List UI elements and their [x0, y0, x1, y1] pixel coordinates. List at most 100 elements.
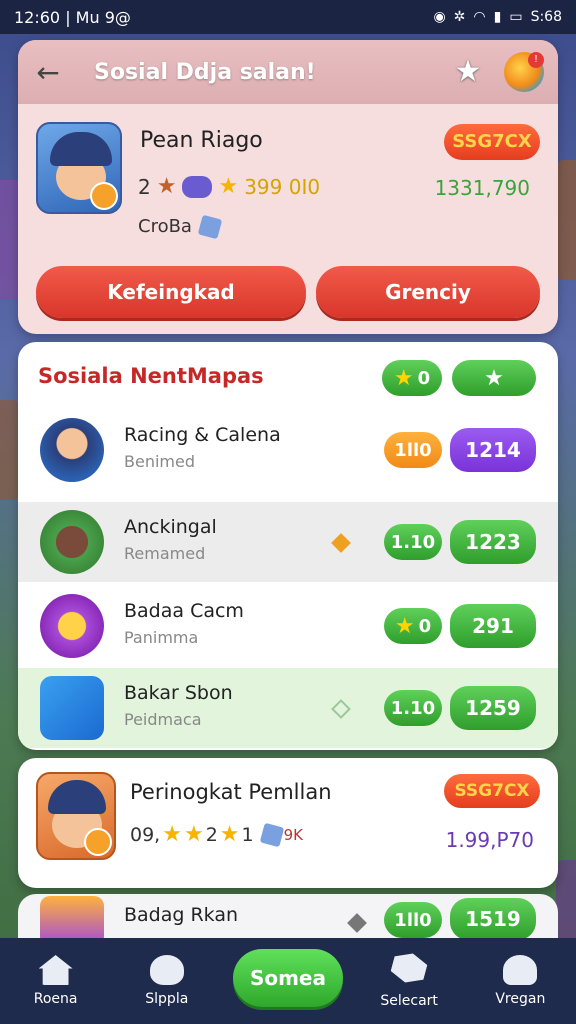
diamond-icon — [347, 913, 367, 933]
star-icon: ★ — [454, 54, 482, 89]
avatar-hat — [48, 780, 106, 814]
arrow-left-icon: ← — [36, 55, 60, 89]
cube-icon — [40, 676, 104, 740]
stat-d: 9K — [283, 825, 303, 844]
row-name: Badaa Cacm — [124, 600, 244, 622]
wifi-icon: ◠ — [473, 9, 486, 25]
row-name: Racing & Calena — [124, 424, 281, 446]
diamond-icon — [331, 699, 351, 719]
battery-icon: ▭ — [509, 9, 523, 25]
row-name: Badag Rkan — [124, 904, 239, 926]
treasure-icon — [40, 896, 104, 938]
stat-b: 399 0I0 — [244, 174, 321, 199]
page-title: Sosial Ddja salan! — [94, 59, 316, 85]
nav-item-social[interactable]: Slppla — [122, 955, 212, 1007]
favorite-button[interactable]: ★ — [450, 54, 486, 90]
avatar — [36, 772, 116, 860]
star-icon: ★ — [156, 174, 177, 199]
row-score: 1519 — [450, 898, 536, 938]
user-icon — [503, 955, 538, 985]
row-score: 1223 — [450, 520, 536, 564]
leaderboard-title: Sosiala NentMapas — [38, 364, 264, 388]
back-button[interactable]: ← — [32, 55, 64, 89]
star-icon: ★ — [183, 822, 204, 847]
orb-icon — [182, 175, 213, 198]
stat-b: 2 — [205, 823, 218, 846]
profile-card: ← Sosial Ddja salan! ★ ! Pean Riago 2 ★ … — [18, 40, 558, 334]
row-score: 291 — [450, 604, 536, 648]
primary-action-button[interactable]: Kefeingkad — [36, 266, 306, 318]
table-row[interactable]: Racing & Calena Benimed 1ll0 1214 — [18, 410, 558, 490]
row-pill: 1.10 — [384, 690, 442, 726]
leaderboard-card: Sosiala NentMapas ★ 0 ★ Racing & Calena … — [18, 342, 558, 750]
list-item[interactable]: Badag Rkan 1ll0 1519 — [18, 894, 558, 938]
background-post — [556, 860, 576, 940]
action-row: Kefeingkad Grenciy — [36, 266, 540, 318]
notification-badge: ! — [528, 52, 544, 68]
box-icon — [389, 949, 430, 987]
star-badge-icon — [40, 594, 104, 658]
favorites-pill[interactable]: ★ — [452, 360, 536, 396]
star-icon: ★ — [393, 365, 414, 391]
row-name: Bakar Sbon — [124, 682, 233, 704]
status-bar: 12:60 | Mu 9@ ◉ ✲ ◠ ▮ ▭ S:68 — [0, 0, 576, 34]
row-pill-label: 0 — [418, 615, 432, 637]
player-score: 1331,790 — [434, 176, 530, 200]
row-pill: 1ll0 — [384, 902, 442, 938]
filter-pill-label: 0 — [417, 367, 431, 389]
nav-center-button[interactable]: Somea — [232, 949, 343, 1007]
row-pill: 1.10 — [384, 524, 442, 560]
background-post — [0, 400, 20, 500]
row-pill: ★ 0 — [384, 608, 442, 644]
star-icon: ★ — [218, 174, 239, 199]
stat-c: 1 — [241, 823, 254, 846]
secondary-action-button[interactable]: Grenciy — [316, 266, 540, 318]
table-row[interactable]: Bakar Sbon Peidmaca 1.10 1259 — [18, 668, 558, 748]
stat-a: 09, — [130, 823, 161, 846]
background-post — [556, 160, 576, 280]
nav-label: Selecart — [380, 993, 438, 1009]
row-score: 1214 — [450, 428, 536, 472]
nav-item-home[interactable]: Roena — [11, 955, 101, 1007]
rank-badge[interactable]: SSG7CX — [444, 124, 540, 160]
guild-name: CroBa — [138, 216, 192, 237]
settings-icon: ✲ — [453, 9, 466, 25]
player-card-stats: 09, ★ ★ 2 ★ 1 9K — [130, 822, 303, 847]
row-name: Anckingal — [124, 516, 217, 538]
home-icon — [38, 955, 73, 985]
diamond-icon — [331, 533, 351, 553]
gem-icon — [259, 822, 284, 847]
rank-badge[interactable]: SSG7CX — [444, 774, 540, 808]
profile-summary: Pean Riago 2 ★ ★ 399 0I0 CroBa SSG7CX 13… — [18, 104, 558, 262]
house-icon — [40, 510, 104, 574]
nav-item-profile[interactable]: Vregan — [475, 955, 565, 1007]
cube-icon — [197, 214, 223, 239]
player-stats: 2 ★ ★ 399 0I0 — [138, 174, 320, 199]
row-pill: 1ll0 — [384, 432, 442, 468]
player-card[interactable]: Perinogkat Pemllan 09, ★ ★ 2 ★ 1 9K SSG7… — [18, 758, 558, 888]
player-card-name: Perinogkat Pemllan — [130, 780, 332, 804]
nav-item-select[interactable]: Selecart — [364, 953, 454, 1009]
avatar[interactable] — [36, 122, 122, 214]
alarm-icon: ◉ — [433, 9, 446, 25]
gems-button[interactable]: ! — [504, 52, 544, 92]
star-icon: ★ — [162, 822, 182, 847]
stat-a: 2 — [138, 174, 151, 199]
table-row[interactable]: Anckingal Remamed 1.10 1223 — [18, 502, 558, 582]
nav-label: Vregan — [495, 991, 546, 1007]
avatar-hat — [50, 132, 112, 166]
bottom-nav: Roena Slppla Somea Selecart Vregan — [0, 938, 576, 1024]
star-icon: ★ — [394, 613, 415, 639]
row-score: 1259 — [450, 686, 536, 730]
filter-pill[interactable]: ★ 0 — [382, 360, 442, 396]
player-guild: CroBa — [138, 214, 223, 239]
status-icons: ◉ ✲ ◠ ▮ ▭ S:68 — [433, 9, 562, 25]
row-subtitle: Remamed — [124, 544, 206, 563]
star-icon: ★ — [484, 365, 504, 391]
level-badge-icon — [84, 828, 112, 856]
table-row[interactable]: Badaa Cacm Panimma ★ 0 291 — [18, 586, 558, 666]
status-right-text: S:68 — [530, 9, 562, 25]
nav-label: Roena — [33, 991, 78, 1007]
signal-icon: ▮ — [493, 9, 502, 25]
cloud-icon — [149, 955, 184, 985]
